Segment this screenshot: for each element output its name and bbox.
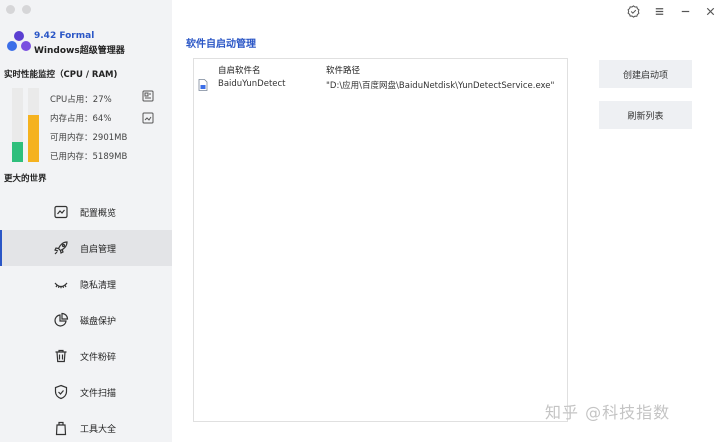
sidebar-item-label: 工具大全 <box>80 424 117 435</box>
close-window-dot[interactable] <box>6 5 15 14</box>
watermark: 知乎 @科技指数 <box>545 403 671 422</box>
cpu-usage-text: CPU占用：27% <box>50 95 112 105</box>
minimize-window-dot[interactable] <box>22 5 31 14</box>
column-header-name: 自启软件名 <box>218 66 261 76</box>
stats-list: CPU占用：27% 内存占用：64% 可用内存：2901MB 已用内存：5189… <box>50 94 127 170</box>
sidebar-section-title: 更大的世界 <box>4 174 47 184</box>
usage-bars <box>12 88 40 162</box>
chart-icon <box>54 205 68 219</box>
startup-item-name: BaiduYunDetect <box>218 79 286 89</box>
sidebar-item-label: 隐私清理 <box>80 280 117 291</box>
toolbox-icon <box>55 421 67 436</box>
trash-icon <box>55 349 67 363</box>
startup-table: 自启软件名 软件路径 BaiduYunDetect "D:\应用\百度网盘\Ba… <box>193 58 568 422</box>
check-badge-icon[interactable] <box>627 5 640 18</box>
sidebar-nav: 配置概览 自启管理 隐私清理 磁盘保护 文件粉碎 文件扫描 工具大全 <box>0 194 172 446</box>
sidebar-item-label: 文件粉碎 <box>80 352 117 363</box>
sidebar-item-scan[interactable]: 文件扫描 <box>0 374 172 410</box>
executable-file-icon <box>198 79 208 91</box>
refresh-list-button[interactable]: 刷新列表 <box>599 101 692 129</box>
pie-icon <box>54 312 69 327</box>
rocket-icon <box>54 241 68 255</box>
minimize-icon[interactable] <box>679 5 692 18</box>
sidebar-item-label: 磁盘保护 <box>80 316 117 327</box>
performance-title: 实时性能监控（CPU / RAM) <box>4 70 118 80</box>
sidebar: 9.42 Formal Windows超级管理器 实时性能监控（CPU / RA… <box>0 0 172 442</box>
memory-usage-text: 内存占用：64% <box>50 114 112 124</box>
window-controls <box>6 5 31 14</box>
available-memory-text: 可用内存：2901MB <box>50 133 128 143</box>
create-startup-button[interactable]: 创建启动项 <box>599 60 692 88</box>
app-name: Windows超级管理器 <box>34 46 125 56</box>
app-version: 9.42 Formal <box>34 31 95 41</box>
cpu-detail-icon[interactable] <box>142 90 154 102</box>
app-logo-icon <box>7 31 31 51</box>
close-icon[interactable] <box>704 5 717 18</box>
sidebar-item-overview[interactable]: 配置概览 <box>0 194 172 230</box>
page-title: 软件自启动管理 <box>186 39 256 50</box>
used-memory-text: 已用内存：5189MB <box>50 152 128 162</box>
sidebar-item-label: 配置概览 <box>80 208 117 219</box>
sidebar-item-tools[interactable]: 工具大全 <box>0 410 172 446</box>
memory-bar <box>28 88 39 162</box>
sidebar-item-shred[interactable]: 文件粉碎 <box>0 338 172 374</box>
sidebar-item-privacy[interactable]: 隐私清理 <box>0 266 172 302</box>
startup-item-path: "D:\应用\百度网盘\BaiduNetdisk\YunDetectServic… <box>326 81 555 91</box>
sidebar-item-label: 文件扫描 <box>80 388 117 399</box>
sidebar-item-startup[interactable]: 自启管理 <box>0 230 172 266</box>
cpu-bar-fill <box>12 142 23 162</box>
eye-closed-icon <box>54 282 68 289</box>
memory-detail-icon[interactable] <box>142 112 154 124</box>
cpu-bar <box>12 88 23 162</box>
sidebar-item-disk[interactable]: 磁盘保护 <box>0 302 172 338</box>
menu-icon[interactable] <box>653 5 666 18</box>
shield-check-icon <box>54 384 68 400</box>
sidebar-item-label: 自启管理 <box>80 244 117 255</box>
column-header-path: 软件路径 <box>326 66 361 76</box>
table-row[interactable]: BaiduYunDetect "D:\应用\百度网盘\BaiduNetdisk\… <box>194 78 567 92</box>
memory-bar-fill <box>28 114 39 162</box>
